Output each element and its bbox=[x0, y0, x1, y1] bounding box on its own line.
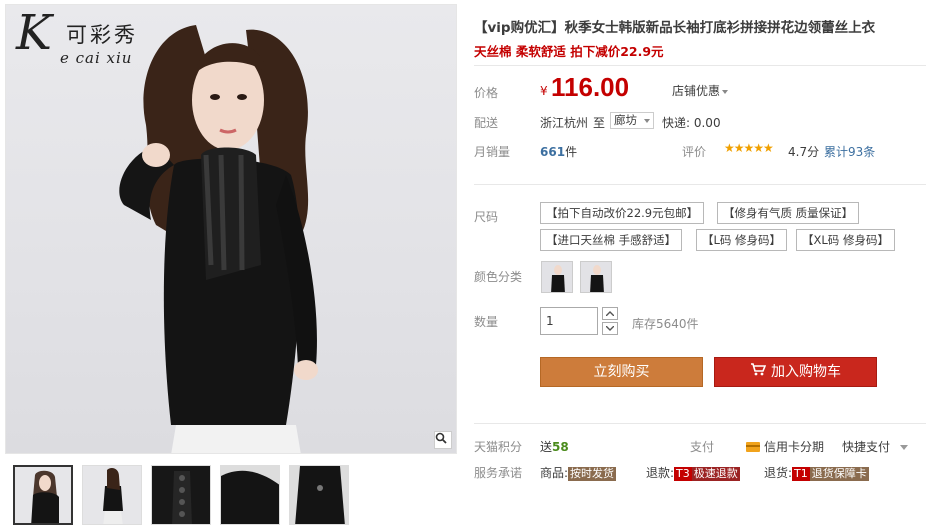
fast-refund-badge[interactable]: 极速退款 bbox=[691, 467, 740, 481]
stock-count: 库存5640件 bbox=[632, 317, 699, 331]
logo-letter: K bbox=[16, 5, 52, 61]
credit-card-icon bbox=[746, 441, 760, 452]
monthly-sales-count: 661 bbox=[540, 145, 566, 159]
rating-label: 评价 bbox=[682, 145, 707, 159]
divider bbox=[474, 184, 926, 185]
goods-label: 商品: bbox=[540, 466, 569, 480]
buy-now-button[interactable]: 立刻购买 bbox=[540, 357, 703, 387]
cart-icon bbox=[750, 358, 767, 386]
logo-english: e cai xiu bbox=[60, 49, 133, 67]
monthly-sales-unit: 件 bbox=[565, 145, 578, 159]
chevron-down-icon bbox=[644, 119, 650, 123]
chevron-down-icon bbox=[722, 89, 729, 94]
return-guarantee-badge[interactable]: 退货保障卡 bbox=[809, 467, 869, 481]
credit-installment-link[interactable]: 信用卡分期 bbox=[746, 438, 824, 455]
service-label: 服务承诺 bbox=[474, 466, 523, 480]
product-title: 【vip购优汇】秋季女士韩版新品长袖打底衫拼接拼花边领蕾丝上衣 bbox=[474, 20, 876, 36]
add-to-cart-button[interactable]: 加入购物车 bbox=[714, 357, 877, 387]
size-option-3[interactable]: 【进口天丝棉 手感舒适】 bbox=[540, 229, 683, 251]
ship-from: 浙江杭州 bbox=[540, 116, 589, 130]
points-value: 58 bbox=[552, 440, 569, 454]
thumbnail-3[interactable] bbox=[151, 465, 211, 525]
thumbnail-5[interactable] bbox=[289, 465, 349, 525]
quantity-increase-button[interactable] bbox=[602, 307, 618, 320]
refund-t3-badge[interactable]: T3 bbox=[674, 467, 692, 481]
size-option-4[interactable]: 【L码 修身码】 bbox=[696, 229, 788, 251]
shop-discount-dropdown[interactable]: 店铺优惠 bbox=[672, 82, 729, 99]
currency-symbol: ¥ bbox=[540, 84, 548, 98]
model-photo bbox=[119, 25, 318, 453]
shipping-fee: 快递: 0.00 bbox=[662, 116, 721, 130]
price-value: 116.00 bbox=[551, 72, 630, 102]
star-icon: ★★★★★ bbox=[724, 141, 774, 155]
divider bbox=[474, 423, 926, 424]
quantity-decrease-button[interactable] bbox=[602, 322, 618, 335]
price-label: 价格 bbox=[474, 86, 499, 100]
product-subtitle: 天丝棉 柔软舒适 拍下减价22.9元 bbox=[474, 44, 664, 59]
magnifier-icon[interactable] bbox=[434, 431, 452, 449]
shipping-label: 配送 bbox=[474, 116, 499, 130]
rating-total-link[interactable]: 累计93条 bbox=[824, 143, 875, 160]
thumbnail-2[interactable] bbox=[82, 465, 142, 525]
size-option-2[interactable]: 【修身有气质 质量保证】 bbox=[717, 202, 860, 224]
add-to-cart-label: 加入购物车 bbox=[771, 364, 841, 380]
refund-label: 退款: bbox=[646, 466, 675, 480]
chevron-up-icon bbox=[606, 311, 614, 316]
size-option-1[interactable]: 【拍下自动改价22.9元包邮】 bbox=[540, 202, 705, 224]
payment-label: 支付 bbox=[690, 440, 715, 454]
chevron-down-icon bbox=[900, 445, 909, 450]
divider bbox=[474, 65, 926, 66]
color-swatch-2[interactable] bbox=[580, 261, 612, 293]
quantity-label: 数量 bbox=[474, 315, 499, 329]
points-prefix: 送 bbox=[540, 440, 553, 454]
destination-select[interactable]: 廊坊 bbox=[610, 112, 654, 129]
thumbnail-1[interactable] bbox=[13, 465, 73, 525]
express-pay-label: 快捷支付 bbox=[842, 440, 891, 454]
on-time-delivery-badge[interactable]: 按时发货 bbox=[568, 467, 617, 481]
monthly-sales-label: 月销量 bbox=[474, 145, 511, 159]
destination-value: 廊坊 bbox=[614, 113, 637, 127]
main-product-image[interactable]: K 可彩秀 e cai xiu bbox=[5, 4, 457, 454]
return-label: 退货: bbox=[764, 466, 793, 480]
size-option-5[interactable]: 【XL码 修身码】 bbox=[796, 229, 895, 251]
size-label: 尺码 bbox=[474, 210, 499, 224]
shop-discount-label: 店铺优惠 bbox=[672, 84, 721, 98]
color-label: 颜色分类 bbox=[474, 270, 523, 284]
chevron-down-icon bbox=[606, 326, 614, 331]
color-swatch-1[interactable] bbox=[541, 261, 573, 293]
brand-logo: K 可彩秀 e cai xiu bbox=[16, 5, 196, 71]
logo-chinese: 可彩秀 bbox=[66, 23, 138, 47]
ship-to-word: 至 bbox=[593, 116, 606, 130]
thumbnail-strip bbox=[13, 465, 349, 525]
return-t1-badge[interactable]: T1 bbox=[792, 467, 810, 481]
rating-score: 4.7分 bbox=[788, 145, 820, 159]
express-pay-dropdown[interactable]: 快捷支付 bbox=[842, 438, 909, 455]
credit-installment-label: 信用卡分期 bbox=[764, 440, 825, 454]
points-label: 天猫积分 bbox=[474, 440, 523, 454]
thumbnail-4[interactable] bbox=[220, 465, 280, 525]
quantity-input[interactable]: 1 bbox=[540, 307, 598, 335]
